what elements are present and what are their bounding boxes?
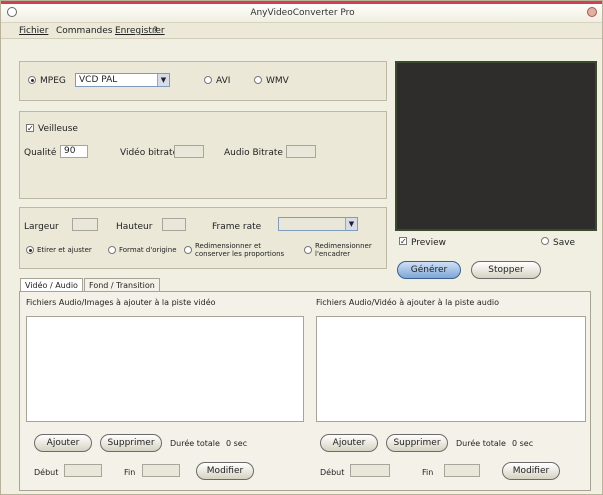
video-remove-button[interactable]: Supprimer [100,434,162,452]
preview-screen [395,61,597,231]
audio-add-button[interactable]: Ajouter [320,434,378,452]
video-bitrate-label: Vidéo bitrate [120,148,179,158]
tab-video-audio[interactable]: Vidéo / Audio [20,278,83,292]
title-accent [1,1,602,4]
framerate-select[interactable]: ▼ [278,217,358,231]
format-preset-select[interactable]: VCD PAL ▼ [75,73,170,87]
quality-label: Qualité [24,148,57,158]
radio-wmv[interactable] [254,76,262,84]
tab-background-transition[interactable]: Fond / Transition [84,278,160,292]
mpeg-label: MPEG [40,76,66,86]
audio-start-input[interactable] [350,464,390,477]
radio-mpeg[interactable] [28,76,36,84]
radio-frame[interactable] [304,246,312,254]
audio-bitrate-label: Audio Bitrate [224,148,283,158]
video-file-list[interactable] [26,316,304,422]
radio-keep-ratio[interactable] [184,246,192,254]
keep-ratio-label: Redimensionner et conserver les proporti… [195,242,285,258]
quality-group: ✓ Veilleuse Qualité 90 Vidéo bitrate Aud… [19,111,387,199]
app-window: AnyVideoConverter Pro Fichier Commandes … [0,0,603,495]
tab-panel: Fichiers Audio/Images à ajouter à la pis… [19,291,591,491]
audio-file-list[interactable] [316,316,586,422]
video-start-input[interactable] [64,464,102,477]
audio-start-label: Début [320,468,345,477]
save-label: Save [553,238,576,248]
radio-avi[interactable] [204,76,212,84]
radio-stretch[interactable] [26,246,34,254]
quality-input[interactable]: 90 [60,145,88,158]
veilleuse-checkbox[interactable]: ✓ [26,124,34,133]
video-end-input[interactable] [142,464,180,477]
height-input[interactable] [162,218,186,231]
save-radio[interactable] [541,237,549,245]
format-preset-value: VCD PAL [79,75,118,85]
preview-label: Preview [411,238,447,248]
generate-button[interactable]: Générer [397,261,461,279]
radio-original[interactable] [108,246,116,254]
audio-bitrate-input[interactable] [286,145,316,158]
video-add-button[interactable]: Ajouter [34,434,92,452]
height-label: Hauteur [116,222,153,232]
video-bitrate-input[interactable] [174,145,204,158]
chevron-down-icon[interactable]: ▼ [345,218,357,230]
avi-label: AVI [216,76,231,86]
close-icon[interactable] [587,7,597,17]
audio-total-label: Durée totale [456,439,506,448]
window-title: AnyVideoConverter Pro [250,8,355,18]
menu-help[interactable]: ? [153,26,158,36]
video-pane-title: Fichiers Audio/Images à ajouter à la pis… [26,298,216,307]
audio-modify-button[interactable]: Modifier [502,462,560,480]
veilleuse-label: Veilleuse [38,124,78,134]
audio-remove-button[interactable]: Supprimer [386,434,448,452]
title-bar: AnyVideoConverter Pro [1,1,602,23]
stretch-label: Etirer et ajuster [37,246,92,254]
audio-pane-title: Fichiers Audio/Vidéo à ajouter à la pist… [316,298,500,307]
audio-total-value: 0 sec [512,439,534,448]
stop-button[interactable]: Stopper [471,261,541,279]
video-total-value: 0 sec [226,439,248,448]
original-label: Format d'origine [119,246,177,254]
width-input[interactable] [72,218,98,231]
width-label: Largeur [24,222,59,232]
menu-fichier[interactable]: Fichier [19,26,48,36]
audio-end-label: Fin [422,468,434,477]
video-modify-button[interactable]: Modifier [196,462,254,480]
preview-checkbox[interactable]: ✓ [399,237,407,246]
video-end-label: Fin [124,468,136,477]
video-start-label: Début [34,468,59,477]
frame-label: Redimensionner l'encadrer [315,242,372,258]
framerate-label: Frame rate [212,222,262,232]
wmv-label: WMV [266,76,289,86]
audio-end-input[interactable] [444,464,480,477]
format-group: MPEG VCD PAL ▼ AVI WMV [19,61,387,101]
chevron-down-icon[interactable]: ▼ [157,74,169,86]
video-total-label: Durée totale [170,439,220,448]
menu-bar: Fichier Commandes Enregistrer ? [1,23,602,39]
menu-commandes[interactable]: Commandes [56,26,112,36]
size-group: Largeur Hauteur Frame rate ▼ Etirer et a… [19,207,387,269]
